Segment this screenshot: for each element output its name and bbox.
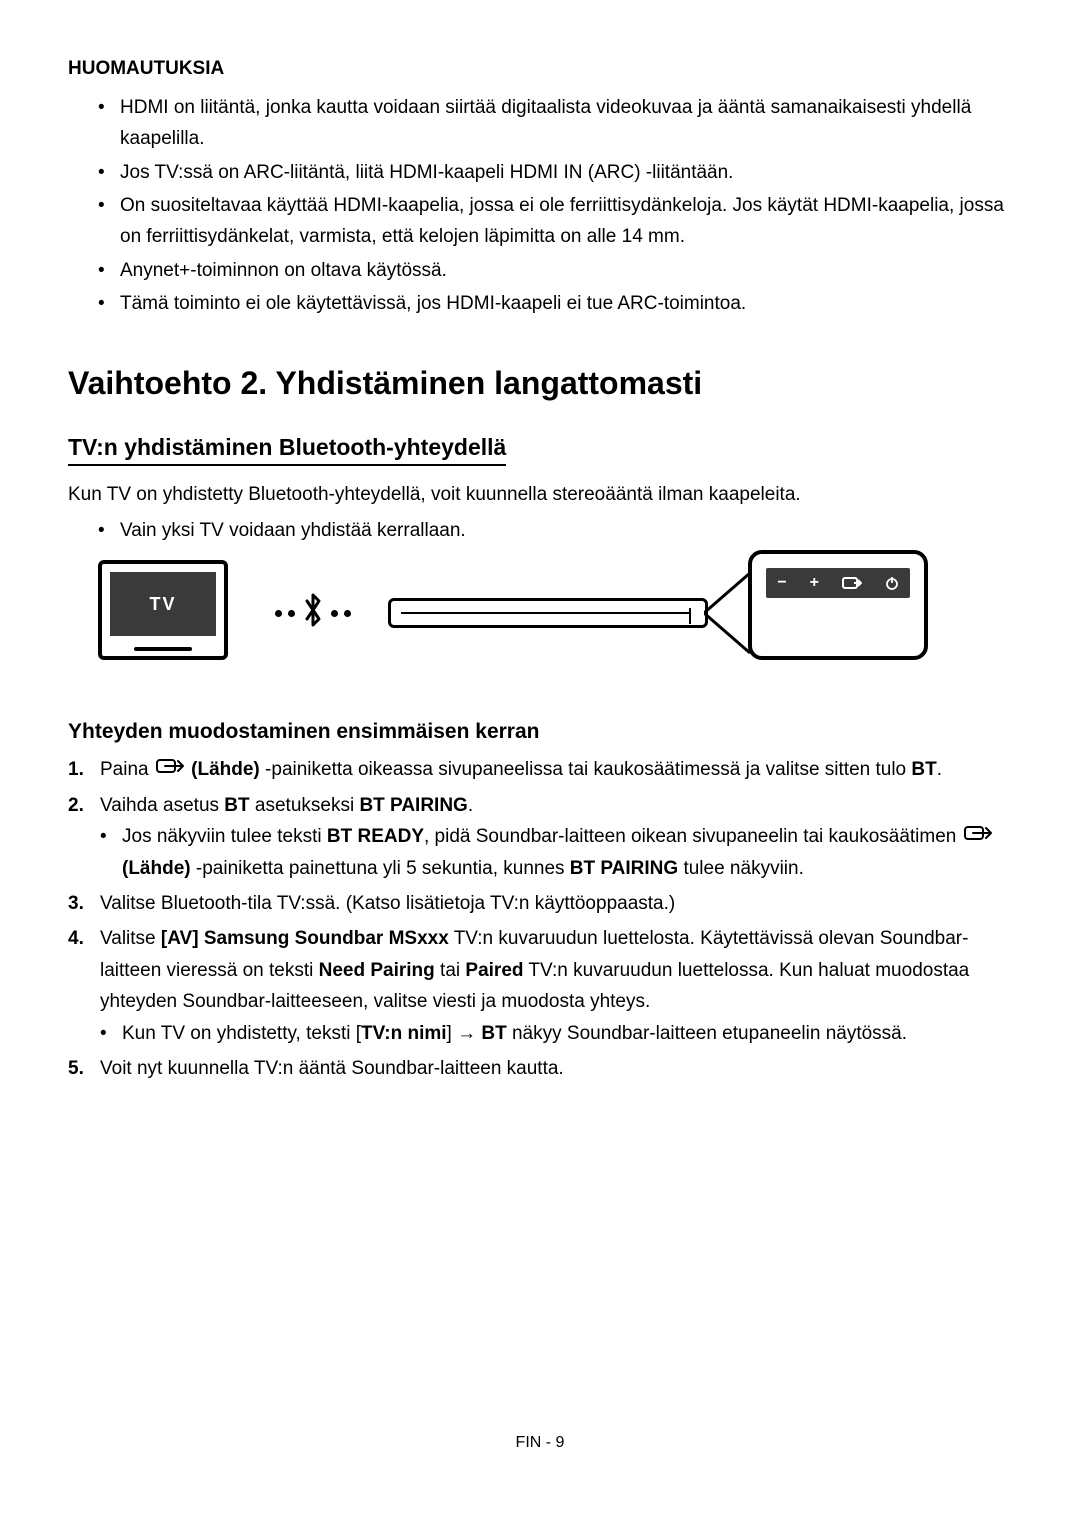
step-text: , pidä Soundbar-laitteen oikean sivupane… xyxy=(424,826,962,847)
step-4-sub: Kun TV on yhdistetty, teksti [TV:n nimi]… xyxy=(100,1018,1012,1049)
bluetooth-diagram: TV − + xyxy=(98,564,1012,684)
source-label: (Lähde) xyxy=(122,858,191,879)
source-icon xyxy=(842,575,862,591)
step-text: Valitse xyxy=(100,928,161,949)
step-text: Vaihda asetus xyxy=(100,795,224,816)
bt-intro-bullet: Vain yksi TV voidaan yhdistää kerrallaan… xyxy=(98,515,1012,546)
steps-list: Paina (Lähde) -painiketta oikeassa sivup… xyxy=(68,754,1012,1084)
step-text: Jos näkyviin tulee teksti xyxy=(122,826,327,847)
option2-heading: Vaihtoehto 2. Yhdistäminen langattomasti xyxy=(68,365,1012,402)
tv-label: TV xyxy=(110,572,216,636)
page-footer: FIN - 9 xyxy=(0,1434,1080,1452)
source-icon xyxy=(964,821,992,852)
source-icon xyxy=(156,754,184,785)
step-bold: BT READY xyxy=(327,826,424,847)
first-time-heading: Yhteyden muodostaminen ensimmäisen kerra… xyxy=(68,720,1012,744)
notes-heading: HUOMAUTUKSIA xyxy=(68,58,1012,80)
step-3: Valitse Bluetooth-tila TV:ssä. (Katso li… xyxy=(68,888,1012,919)
tv-illustration: TV xyxy=(98,560,228,660)
step-bold: BT xyxy=(481,1023,506,1044)
step-bold: BT PAIRING xyxy=(570,858,678,879)
minus-icon: − xyxy=(777,574,786,592)
soundbar-illustration xyxy=(388,598,708,628)
step-bold: BT xyxy=(911,759,936,780)
step-bold: BT xyxy=(224,795,249,816)
step-bold: Paired xyxy=(465,960,523,981)
step-4: Valitse [AV] Samsung Soundbar MSxxx TV:n… xyxy=(68,923,1012,1048)
step-bold: BT PAIRING xyxy=(359,795,467,816)
source-label: (Lähde) xyxy=(191,759,260,780)
step-text: Paina xyxy=(100,759,154,780)
step-text: tulee näkyviin. xyxy=(678,858,804,879)
notes-item: Tämä toiminto ei ole käytettävissä, jos … xyxy=(98,288,1012,319)
step-text: . xyxy=(937,759,942,780)
notes-item: On suositeltavaa käyttää HDMI-kaapelia, … xyxy=(98,190,1012,253)
step-1: Paina (Lähde) -painiketta oikeassa sivup… xyxy=(68,754,1012,786)
step-text: ] → xyxy=(447,1023,482,1044)
bt-intro-paragraph: Kun TV on yhdistetty Bluetooth-yhteydell… xyxy=(68,480,1012,510)
step-2-sub: Jos näkyviin tulee teksti BT READY, pidä… xyxy=(100,821,1012,884)
step-text: Kun TV on yhdistetty, teksti [ xyxy=(122,1023,361,1044)
step-5: Voit nyt kuunnella TV:n ääntä Soundbar-l… xyxy=(68,1053,1012,1084)
step-bold: Need Pairing xyxy=(319,960,435,981)
notes-item: HDMI on liitäntä, jonka kautta voidaan s… xyxy=(98,92,1012,155)
notes-list: HDMI on liitäntä, jonka kautta voidaan s… xyxy=(98,92,1012,319)
step-text: -painiketta oikeassa sivupaneelissa tai … xyxy=(260,759,912,780)
step-bold: [AV] Samsung Soundbar MSxxx xyxy=(161,928,449,949)
bluetooth-signal-icon xyxy=(243,588,383,638)
connector-lines xyxy=(704,571,750,655)
step-text: . xyxy=(468,795,473,816)
bt-intro-bullets: Vain yksi TV voidaan yhdistää kerrallaan… xyxy=(98,515,1012,546)
step-text: näkyy Soundbar-laitteen etupaneelin näyt… xyxy=(507,1023,907,1044)
step-text: -painiketta painettuna yli 5 sekuntia, k… xyxy=(191,858,570,879)
plus-icon: + xyxy=(810,574,819,592)
step-text: asetukseksi xyxy=(250,795,360,816)
notes-item: Jos TV:ssä on ARC-liitäntä, liitä HDMI-k… xyxy=(98,157,1012,188)
step-bold: TV:n nimi xyxy=(361,1023,447,1044)
step-text: tai xyxy=(435,960,466,981)
bluetooth-icon xyxy=(301,592,325,634)
control-panel-illustration: − + xyxy=(748,550,928,660)
power-icon xyxy=(885,576,899,590)
step-2: Vaihda asetus BT asetukseksi BT PAIRING.… xyxy=(68,790,1012,884)
bt-section-heading: TV:n yhdistäminen Bluetooth-yhteydellä xyxy=(68,434,506,466)
notes-item: Anynet+-toiminnon on oltava käytössä. xyxy=(98,255,1012,286)
